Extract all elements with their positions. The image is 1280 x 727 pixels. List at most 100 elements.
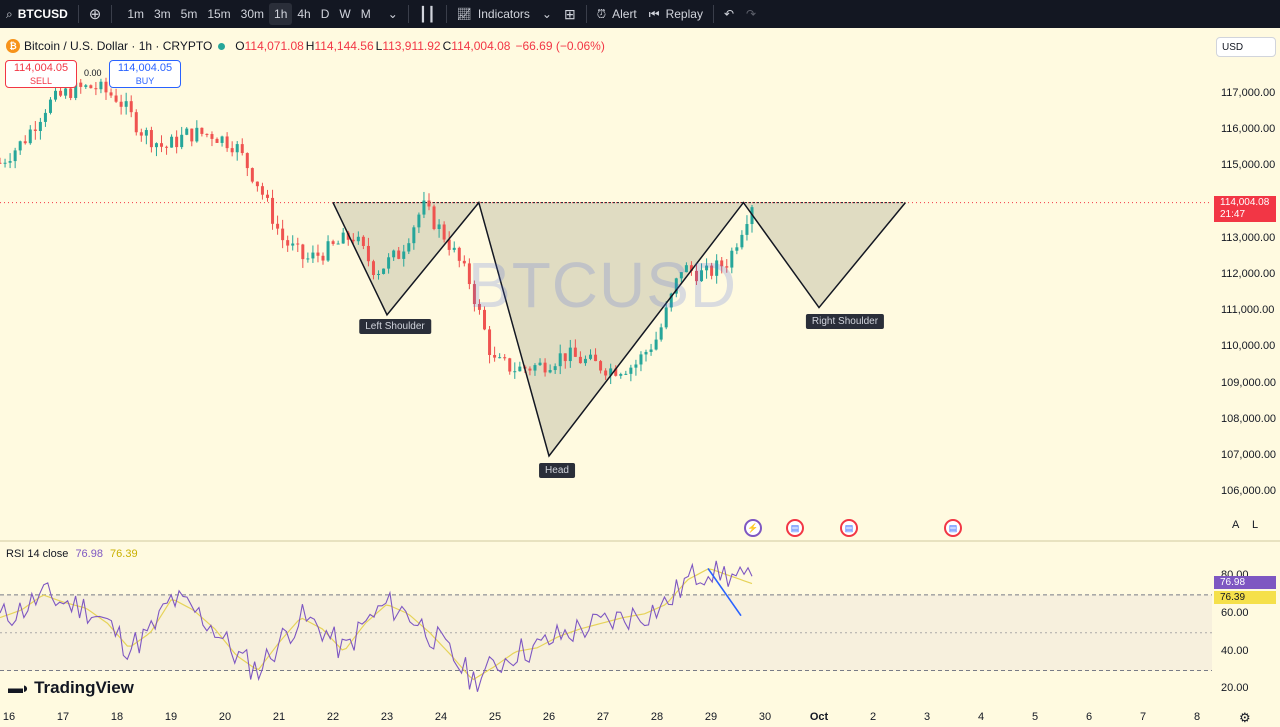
change-value: −66.69 (−0.06%) [515,39,605,53]
candle-body [205,133,209,135]
candle-body [493,355,497,358]
currency-selector[interactable]: USD [1216,37,1276,57]
buy-button[interactable]: 114,004.05 BUY [109,60,181,88]
spread-value: 0.00 [84,68,102,78]
candle-body [94,88,98,90]
rsi-legend[interactable]: RSI 14 close 76.98 76.39 [6,548,138,560]
candle-body [563,353,567,362]
candle-body [488,329,492,356]
candle-body [437,224,441,230]
time-tick: 26 [542,711,556,723]
candle-body [64,88,68,96]
right-shoulder-label[interactable]: Right Shoulder [805,314,885,329]
sell-button[interactable]: 114,004.05 SELL [5,60,77,88]
candle-body [89,85,93,89]
candle-body [139,132,143,136]
time-tick: 25 [488,711,502,723]
candle-body [200,127,204,134]
legend-title[interactable]: Bitcoin / U.S. Dollar · 1h · CRYPTO [24,39,212,53]
candle-body [568,347,572,362]
buy-label: BUY [135,76,155,86]
time-tick: 4 [977,711,985,723]
candle-body [634,364,638,368]
candle-body [361,236,365,246]
candle-body [629,367,633,374]
candle-body [432,206,436,230]
price-tick: 107,000.00 [1221,449,1277,461]
candle-body [513,371,517,373]
candle-body [245,153,249,169]
candle-body [38,121,42,131]
candle-body [553,366,557,371]
candle-body [533,365,537,371]
tradingview-logo[interactable]: ▬◗ TradingView [8,678,134,698]
candle-body [518,366,522,372]
price-tick: 117,000.00 [1221,87,1276,99]
candle-body [538,362,542,366]
time-tick: 17 [56,711,70,723]
time-tick: 20 [218,711,232,723]
auto-scale-button[interactable]: A [1232,519,1239,531]
candle-body [619,374,623,376]
us-flag-event-icon[interactable]: ▤ [944,519,962,537]
candle-body [417,214,421,228]
candle-body [286,240,290,246]
lightning-event-icon[interactable]: ⚡ [744,519,762,537]
head-label[interactable]: Head [539,463,575,478]
price-tick: 106,000.00 [1221,485,1277,498]
price-tick: 108,000.00 [1221,412,1277,425]
chart-legend: ₿ Bitcoin / U.S. Dollar · 1h · CRYPTO O1… [6,39,605,53]
last-price-value: 114,004.08 [1220,197,1270,208]
us-flag-event-icon[interactable]: ▤ [786,519,804,537]
candle-body [377,273,381,276]
candle-body [644,351,648,355]
us-flag-event-icon[interactable]: ▤ [840,519,858,537]
candle-body [13,150,17,162]
rsi-tick: 20.00 [1221,682,1249,695]
candle-body [79,82,83,87]
candle-body [43,112,47,122]
settings-gear-icon[interactable]: ⚙ [1239,710,1251,726]
candle-body [392,250,396,258]
price-tick: 111,000.00 [1221,304,1275,317]
candle-body [427,200,431,207]
candle-body [296,243,300,245]
candle-body [129,101,133,113]
candle-body [230,148,234,153]
candle-body [316,252,320,256]
candle-body [160,143,164,147]
candle-body [745,224,749,235]
candle-body [69,88,73,98]
time-tick: 6 [1085,711,1093,723]
candle-body [144,130,148,136]
candle-body [170,136,174,148]
candle-body [331,241,335,244]
price-tick: 113,000.00 [1221,231,1276,244]
pane-divider[interactable] [0,540,1280,542]
candle-body [301,244,305,260]
price-tick: 110,000.00 [1221,340,1276,353]
candle-body [649,349,653,352]
time-tick: Oct [809,711,829,723]
candle-body [336,243,340,245]
candle-body [311,252,315,259]
low-value: 113,911.92 [382,39,441,53]
log-scale-button[interactable]: L [1252,519,1258,531]
candle-body [528,368,532,371]
left-shoulder-label[interactable]: Left Shoulder [359,319,431,334]
candle-body [23,141,27,144]
candle-body [407,243,411,252]
open-value: 114,071.08 [244,39,304,53]
candle-body [387,257,391,269]
time-tick: 30 [758,711,772,723]
candle-body [28,129,32,144]
candle-body [215,138,219,143]
candle-body [3,162,7,164]
candle-body [281,228,285,241]
candle-body [250,168,254,182]
low-label: L [375,39,383,53]
price-tick: 112,000.00 [1221,268,1276,280]
candle-body [165,146,169,148]
bar-countdown: 21:47 [1220,209,1246,220]
time-tick: 3 [923,711,931,723]
